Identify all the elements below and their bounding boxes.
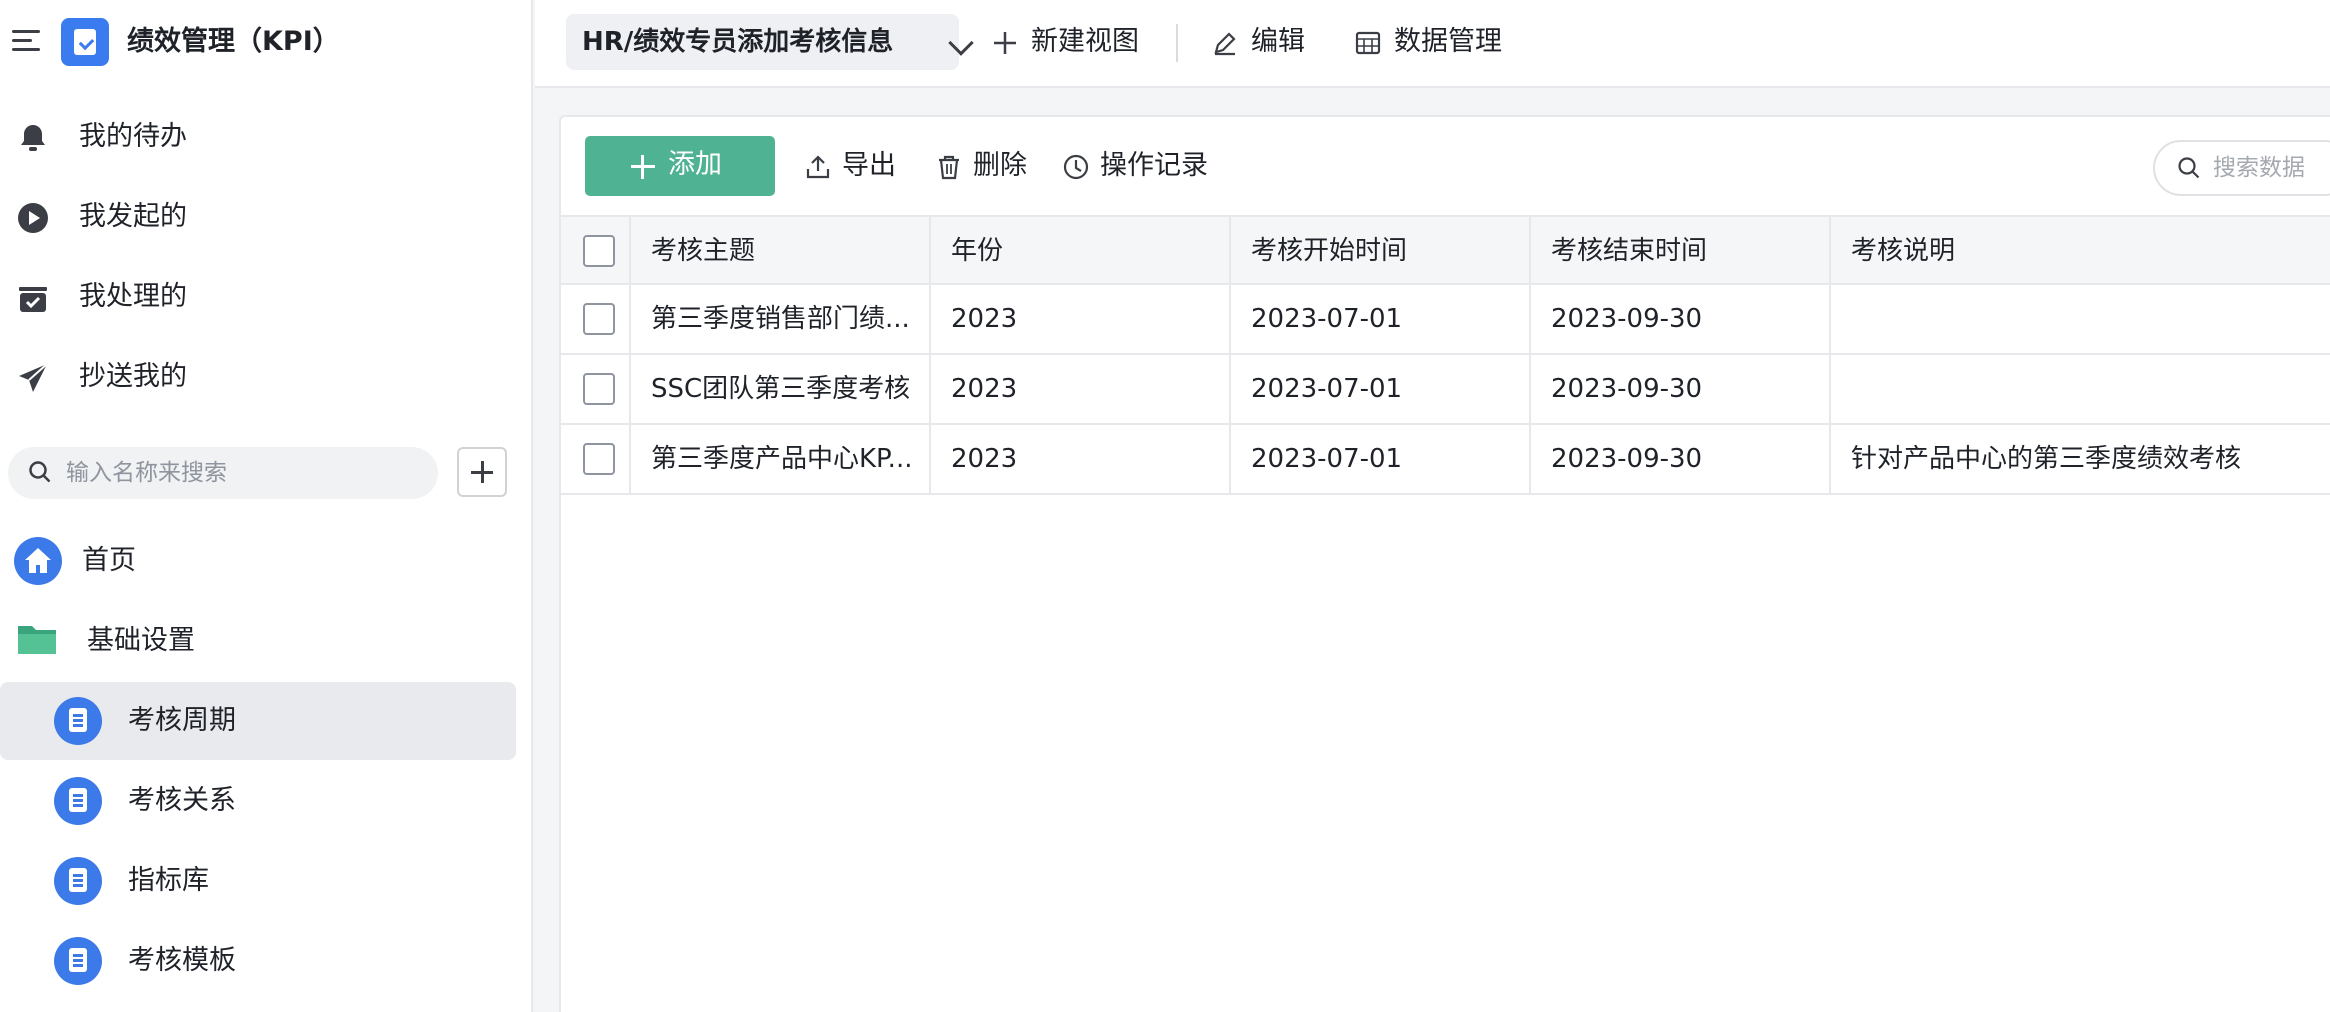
inbox-check-icon [19,287,47,312]
nav-item-label: 抄送我的 [79,361,187,392]
nav-item-label: 我的待办 [79,121,187,152]
history-label: 操作记录 [1100,150,1208,181]
view-selector[interactable]: HR/绩效专员添加考核信息 [566,14,974,70]
tree-item-label: 指标库 [128,865,209,896]
table-row[interactable]: 第三季度产品中心KP... 2023 2023-07-01 2023-09-30… [561,425,2330,495]
play-circle-icon [18,203,48,233]
export-button[interactable]: 导出 [805,146,905,188]
select-all-checkbox[interactable] [583,235,615,267]
menu-toggle-icon[interactable] [12,28,42,54]
column-header[interactable]: 考核结束时间 [1531,217,1831,285]
tree-item-label: 考核模板 [128,945,236,976]
column-header[interactable]: 年份 [931,217,1231,285]
plus-icon [631,155,655,179]
table-cell: 第三季度产品中心KP... [631,425,931,493]
document-icon [54,777,102,825]
column-header[interactable]: 考核说明 [1831,217,2330,285]
data-manage-button[interactable]: 数据管理 [1355,18,1515,66]
table-icon [1355,31,1381,55]
table-row[interactable]: 第三季度销售部门绩... 2023 2023-07-01 2023-09-30 [561,285,2330,355]
sidebar: 绩效管理（KPI） 我的待办 我发起的 我处理的 抄送我的 输入名称来搜索 首页… [0,0,533,1012]
add-button[interactable]: 添加 [585,136,775,196]
upload-icon [806,155,830,179]
sidebar-search-input[interactable] [66,453,426,493]
table-cell: 针对产品中心的第三季度绩效考核 [1831,425,2330,493]
sidebar-search [8,447,438,499]
topbar: HR/绩效专员添加考核信息 新建视图 编辑 数据管理 [535,0,2330,88]
search-icon [29,461,51,483]
column-header[interactable]: 考核开始时间 [1231,217,1531,285]
table-cell [1831,285,2330,353]
history-button[interactable]: 操作记录 [1063,146,1223,188]
table-cell: 2023-07-01 [1231,355,1531,423]
table-row[interactable]: SSC团队第三季度考核 2023 2023-07-01 2023-09-30 [561,355,2330,425]
data-manage-label: 数据管理 [1394,26,1502,57]
pencil-icon [1214,32,1236,56]
table-cell: 2023-07-01 [1231,425,1531,493]
table-cell: 2023 [931,285,1231,353]
new-view-label: 新建视图 [1031,26,1139,57]
table-cell: 2023 [931,355,1231,423]
table-cell [1831,355,2330,423]
document-icon [54,937,102,985]
tree-item-label: 基础设置 [87,625,195,656]
document-icon [54,697,102,745]
home-icon [14,537,62,585]
row-checkbox[interactable] [583,303,615,335]
tree-item-basic-settings[interactable]: 基础设置 [0,602,516,680]
tree-item-label: 考核关系 [128,785,236,816]
tree-item-assessment-relation[interactable]: 考核关系 [0,762,516,840]
nav-item-label: 我发起的 [79,201,187,232]
tree-item-assessment-period[interactable]: 考核周期 [0,682,516,760]
chevron-down-icon [948,30,974,56]
data-search-input[interactable] [2213,149,2330,187]
plus-icon [994,32,1016,54]
tree-item-assessment-template[interactable]: 考核模板 [0,922,516,1000]
nav-item-handled[interactable]: 我处理的 [0,264,533,330]
table-cell: 2023-09-30 [1531,355,1831,423]
main-card: 添加 导出 删除 操作记录 搜索数据 考核主题 年份 考核开始时间 考核结束时间… [559,115,2330,1012]
folder-icon [18,626,56,654]
nav-item-todo[interactable]: 我的待办 [0,104,533,170]
add-label: 添加 [668,149,722,180]
table-cell: 2023-09-30 [1531,425,1831,493]
app-logo-icon [61,18,109,66]
document-icon [54,857,102,905]
nav-item-initiated[interactable]: 我发起的 [0,184,533,250]
bell-icon [21,125,45,151]
data-search [2153,140,2330,196]
add-item-button[interactable] [457,447,507,497]
export-label: 导出 [842,150,896,181]
delete-label: 删除 [973,150,1027,181]
nav-item-cc[interactable]: 抄送我的 [0,344,533,410]
table-cell: 2023 [931,425,1231,493]
nav-item-label: 我处理的 [79,281,187,312]
new-view-button[interactable]: 新建视图 [992,18,1152,66]
column-header[interactable]: 考核主题 [631,217,931,285]
delete-button[interactable]: 删除 [936,146,1036,188]
row-checkbox[interactable] [583,443,615,475]
send-icon [19,363,48,392]
table-cell: SSC团队第三季度考核 [631,355,931,423]
table-cell: 2023-07-01 [1231,285,1531,353]
select-all-cell [561,217,631,285]
table-cell: 第三季度销售部门绩... [631,285,931,353]
tree-item-home[interactable]: 首页 [0,522,516,600]
trash-icon [939,155,959,180]
view-selector-label: HR/绩效专员添加考核信息 [582,27,894,57]
clock-icon [1063,154,1089,180]
tree-item-label: 首页 [82,545,136,576]
edit-label: 编辑 [1251,26,1305,57]
tree-item-label: 考核周期 [128,705,236,736]
toolbar-divider [1176,24,1178,62]
row-checkbox[interactable] [583,373,615,405]
edit-button[interactable]: 编辑 [1212,18,1312,66]
tree-item-indicator-library[interactable]: 指标库 [0,842,516,920]
app-title: 绩效管理（KPI） [127,26,340,57]
search-icon [2178,157,2200,179]
app-header: 绩效管理（KPI） [0,0,533,84]
table-header-row: 考核主题 年份 考核开始时间 考核结束时间 考核说明 [561,215,2330,285]
table-cell: 2023-09-30 [1531,285,1831,353]
